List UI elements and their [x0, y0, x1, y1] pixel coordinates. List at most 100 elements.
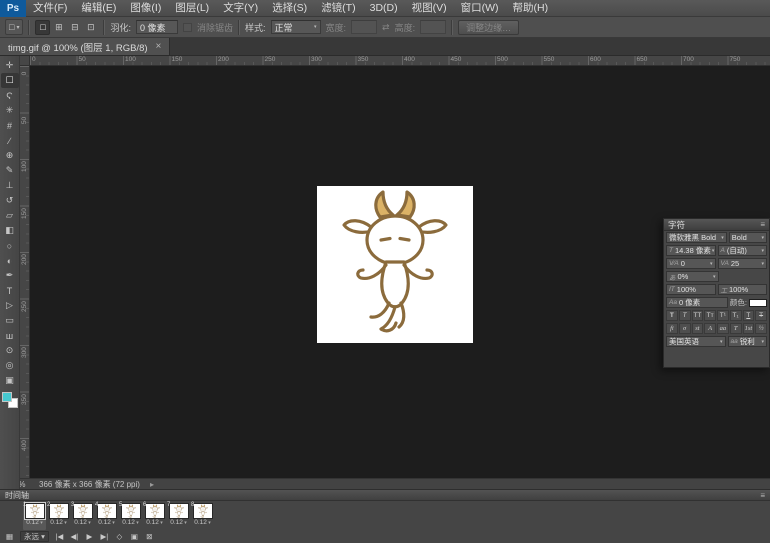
- character-panel-header[interactable]: 字符 ≡: [664, 219, 769, 231]
- frame-delay-selector[interactable]: 0.12: [167, 519, 190, 526]
- convert-to-video-timeline-button[interactable]: ▦: [5, 532, 14, 541]
- menu-item-6[interactable]: 滤镜(T): [314, 0, 362, 17]
- menu-item-7[interactable]: 3D(D): [363, 0, 405, 17]
- contextual-alternates-button[interactable]: σ: [679, 323, 691, 334]
- animation-frame-4[interactable]: 40.12: [95, 502, 118, 530]
- frame-delay-selector[interactable]: 0.12: [143, 519, 166, 526]
- fractions-button[interactable]: ½: [755, 323, 767, 334]
- frame-thumbnail[interactable]: [145, 503, 165, 519]
- hand-tool[interactable]: ш: [1, 328, 19, 343]
- frame-thumbnail[interactable]: [25, 503, 45, 519]
- menu-item-9[interactable]: 窗口(W): [454, 0, 506, 17]
- path-selection-tool[interactable]: ▷: [1, 298, 19, 313]
- font-family-select[interactable]: 微软雅黑 Bold ▾: [666, 232, 727, 243]
- antialias-checkbox[interactable]: [183, 23, 192, 32]
- frame-delay-selector[interactable]: 0.12: [119, 519, 142, 526]
- leading-select[interactable]: A (自动) ▾: [718, 245, 768, 256]
- panel-menu-icon[interactable]: ≡: [760, 220, 765, 229]
- tool-preset-picker[interactable]: □ ▾: [5, 19, 23, 35]
- tsume-select[interactable]: あ 0% ▾: [666, 271, 719, 282]
- shape-tool[interactable]: ▭: [1, 313, 19, 328]
- text-color-swatch[interactable]: [749, 299, 767, 307]
- menu-item-8[interactable]: 视图(V): [405, 0, 454, 17]
- gradient-tool[interactable]: ◧: [1, 223, 19, 238]
- kerning-select[interactable]: V∕A 0 ▾: [666, 258, 716, 269]
- menu-item-5[interactable]: 选择(S): [265, 0, 314, 17]
- loop-selector[interactable]: 永远 ▾: [20, 531, 49, 542]
- menu-item-1[interactable]: 编辑(E): [74, 0, 123, 17]
- intersect-selection-button[interactable]: ⊡: [83, 20, 98, 35]
- swash-button[interactable]: A: [704, 323, 716, 334]
- status-flyout-icon[interactable]: ▸: [150, 480, 154, 489]
- clone-stamp-tool[interactable]: ⊥: [1, 178, 19, 193]
- underline-button[interactable]: T: [743, 310, 755, 321]
- crop-tool[interactable]: #: [1, 118, 19, 133]
- animation-frame-1[interactable]: 10.12: [23, 502, 46, 530]
- quick-selection-tool[interactable]: ✳: [1, 103, 19, 118]
- type-tool[interactable]: T: [1, 283, 19, 298]
- frame-delay-selector[interactable]: 0.12: [47, 519, 70, 526]
- ruler-origin[interactable]: [20, 56, 30, 66]
- style-select[interactable]: 正常 ▾: [271, 20, 321, 34]
- animation-frame-6[interactable]: 60.12: [143, 502, 166, 530]
- frame-thumbnail[interactable]: [73, 503, 93, 519]
- screen-mode-button[interactable]: ▣: [1, 373, 19, 388]
- add-to-selection-button[interactable]: ⊞: [51, 20, 66, 35]
- tracking-select[interactable]: VA 25 ▾: [718, 258, 768, 269]
- frame-delay-selector[interactable]: 0.12: [71, 519, 94, 526]
- animation-frame-5[interactable]: 50.12: [119, 502, 142, 530]
- zoom-tool[interactable]: ⊙: [1, 343, 19, 358]
- animation-frame-2[interactable]: 20.12: [47, 502, 70, 530]
- canvas-area[interactable]: 0501001502002503003504004505005506006507…: [20, 56, 770, 478]
- pen-tool[interactable]: ✒: [1, 268, 19, 283]
- menu-item-0[interactable]: 文件(F): [26, 0, 74, 17]
- lasso-tool[interactable]: Ϛ: [1, 88, 19, 103]
- all-caps-button[interactable]: TT: [692, 310, 704, 321]
- faux-italic-button[interactable]: T: [679, 310, 691, 321]
- width-input[interactable]: [351, 20, 377, 34]
- dodge-tool[interactable]: ◐: [1, 253, 19, 268]
- font-size-select[interactable]: T 14.38 像素 ▾: [666, 245, 716, 256]
- superscript-button[interactable]: T¹: [717, 310, 729, 321]
- frame-thumbnail[interactable]: [193, 503, 213, 519]
- vertical-scale-input[interactable]: IT 100%: [666, 284, 716, 295]
- document-canvas-image[interactable]: [317, 186, 473, 343]
- font-style-select[interactable]: Bold ▾: [729, 232, 767, 243]
- animation-frame-3[interactable]: 30.12: [71, 502, 94, 530]
- healing-brush-tool[interactable]: ⊕: [1, 148, 19, 163]
- baseline-shift-input[interactable]: Aa 0 像素: [666, 297, 728, 308]
- tween-button[interactable]: ◇: [115, 532, 124, 541]
- standard-ligatures-button[interactable]: fi: [666, 323, 678, 334]
- small-caps-button[interactable]: Tᴛ: [704, 310, 716, 321]
- play-button[interactable]: ▶: [85, 532, 94, 541]
- menu-item-3[interactable]: 图层(L): [168, 0, 216, 17]
- strikethrough-button[interactable]: T: [755, 310, 767, 321]
- frame-thumbnail[interactable]: [121, 503, 141, 519]
- history-brush-tool[interactable]: ↺: [1, 193, 19, 208]
- subscript-button[interactable]: T₁: [730, 310, 742, 321]
- ordinals-button[interactable]: 1st: [743, 323, 755, 334]
- new-selection-button[interactable]: □: [35, 20, 50, 35]
- frame-delay-selector[interactable]: 0.12: [23, 519, 46, 526]
- animation-frame-7[interactable]: 70.12: [167, 502, 190, 530]
- feather-input[interactable]: 0 像素: [136, 20, 178, 34]
- panel-menu-icon[interactable]: ≡: [760, 491, 765, 500]
- eyedropper-tool[interactable]: ∕: [1, 133, 19, 148]
- duplicate-frame-button[interactable]: ▣: [130, 532, 139, 541]
- antialias-select[interactable]: aa 锐利 ▾: [728, 336, 767, 347]
- move-tool[interactable]: ✛: [1, 58, 19, 73]
- next-frame-button[interactable]: ▶|: [100, 532, 109, 541]
- faux-bold-button[interactable]: T: [666, 310, 678, 321]
- frame-delay-selector[interactable]: 0.12: [191, 519, 214, 526]
- menu-item-2[interactable]: 图像(I): [123, 0, 168, 17]
- brush-tool[interactable]: ✎: [1, 163, 19, 178]
- first-frame-button[interactable]: |◀: [55, 532, 64, 541]
- document-tab[interactable]: timg.gif @ 100% (图层 1, RGB/8) ×: [0, 38, 170, 55]
- swap-dimensions-icon[interactable]: ⇄: [382, 22, 390, 33]
- blur-tool[interactable]: ○: [1, 238, 19, 253]
- foreground-color-swatch[interactable]: [2, 392, 12, 402]
- previous-frame-button[interactable]: ◀|: [70, 532, 79, 541]
- menu-item-10[interactable]: 帮助(H): [506, 0, 556, 17]
- discretionary-ligatures-button[interactable]: st: [692, 323, 704, 334]
- stylistic-alternates-button[interactable]: aa: [717, 323, 729, 334]
